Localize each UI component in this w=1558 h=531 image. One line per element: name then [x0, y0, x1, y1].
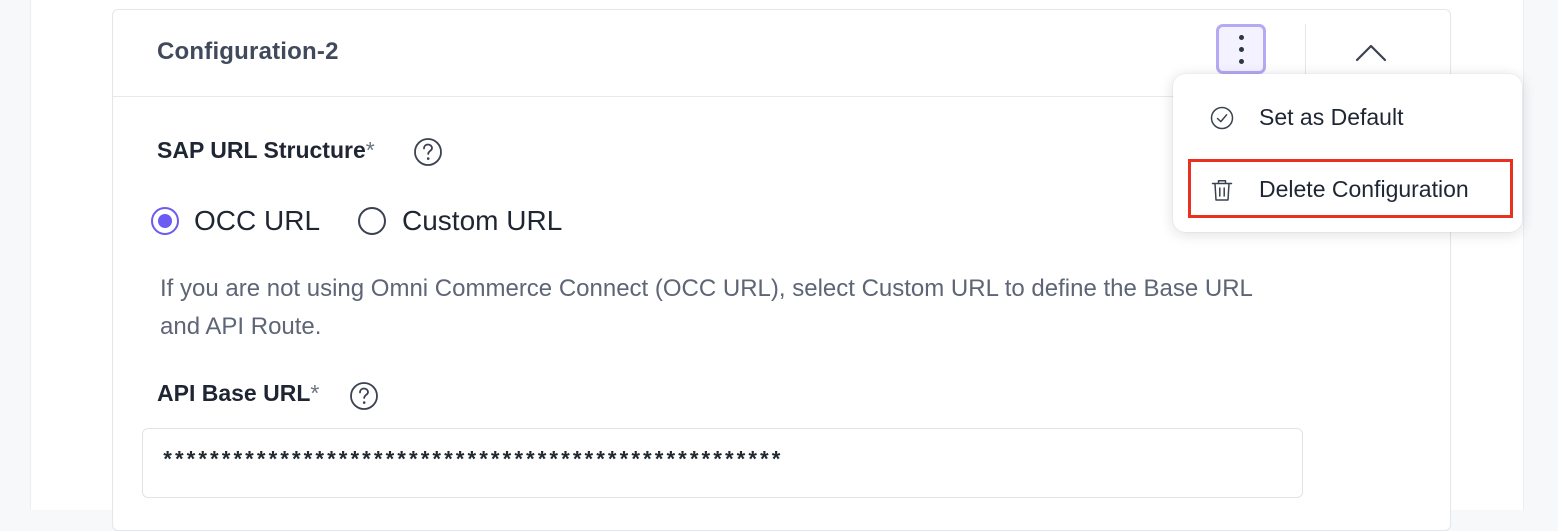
api-base-url-input[interactable]: ****************************************…	[142, 428, 1303, 498]
header-divider	[1305, 24, 1306, 80]
api-base-url-label: API Base URL*	[157, 380, 320, 406]
radio-custom-url-label[interactable]: Custom URL	[402, 205, 562, 237]
required-mark: *	[365, 137, 375, 163]
api-base-url-value: ****************************************…	[161, 449, 783, 474]
url-structure-label: SAP URL Structure*	[157, 137, 375, 163]
more-actions-button[interactable]	[1216, 24, 1266, 74]
url-structure-help-text: If you are not using Omni Commerce Conne…	[160, 275, 1252, 340]
question-circle-icon[interactable]	[413, 137, 443, 167]
collapse-button[interactable]	[1343, 32, 1399, 72]
check-circle-icon	[1210, 106, 1234, 130]
menu-item-label: Set as Default	[1259, 104, 1404, 130]
radio-occ-url-label[interactable]: OCC URL	[194, 205, 320, 237]
delete-configuration-highlight	[1188, 159, 1513, 218]
required-mark: *	[310, 380, 320, 406]
radio-custom-url[interactable]	[358, 207, 386, 235]
question-circle-icon[interactable]	[349, 381, 379, 411]
chevron-up-icon	[1355, 44, 1387, 62]
radio-occ-url[interactable]	[151, 207, 179, 235]
menu-item-set-as-default[interactable]: Set as Default	[1173, 88, 1522, 148]
card-title: Configuration-2	[157, 38, 339, 65]
